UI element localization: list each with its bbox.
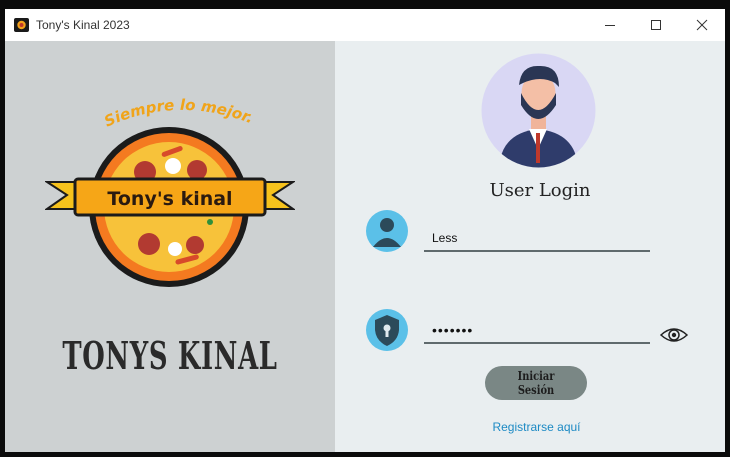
login-button-label: Iniciar Sesión	[517, 369, 555, 397]
app-window: Tony's Kinal 2023 Siempre lo mejor.!	[5, 9, 725, 452]
shield-lock-icon	[366, 309, 408, 351]
branding-panel: Siempre lo mejor.! Tony's kinal TONYS KI…	[5, 41, 335, 452]
close-button[interactable]	[679, 9, 725, 41]
maximize-icon	[651, 20, 661, 30]
brand-name: TONYS KINAL	[62, 333, 278, 378]
minimize-button[interactable]	[587, 9, 633, 41]
title-bar: Tony's Kinal 2023	[5, 9, 725, 41]
user-avatar	[481, 53, 596, 168]
login-panel: User Login Iniciar Sesión Registrarse aq…	[335, 41, 725, 452]
app-logo-icon	[14, 18, 29, 32]
login-button[interactable]: Iniciar Sesión	[485, 366, 587, 400]
username-input[interactable]	[424, 225, 650, 252]
logo-slogan: Siempre lo mejor.!	[45, 97, 256, 131]
close-icon	[696, 19, 708, 31]
login-title: User Login	[489, 180, 591, 201]
password-input[interactable]	[424, 318, 650, 344]
pizza-logo: Siempre lo mejor.! Tony's kinal	[45, 97, 295, 287]
user-icon	[366, 210, 408, 252]
logo-banner-text: Tony's kinal	[107, 188, 232, 210]
register-link[interactable]: Registrarse aquí	[465, 420, 608, 434]
minimize-icon	[605, 25, 615, 26]
maximize-button[interactable]	[633, 9, 679, 41]
show-password-icon[interactable]	[659, 324, 689, 346]
window-title: Tony's Kinal 2023	[36, 18, 130, 32]
